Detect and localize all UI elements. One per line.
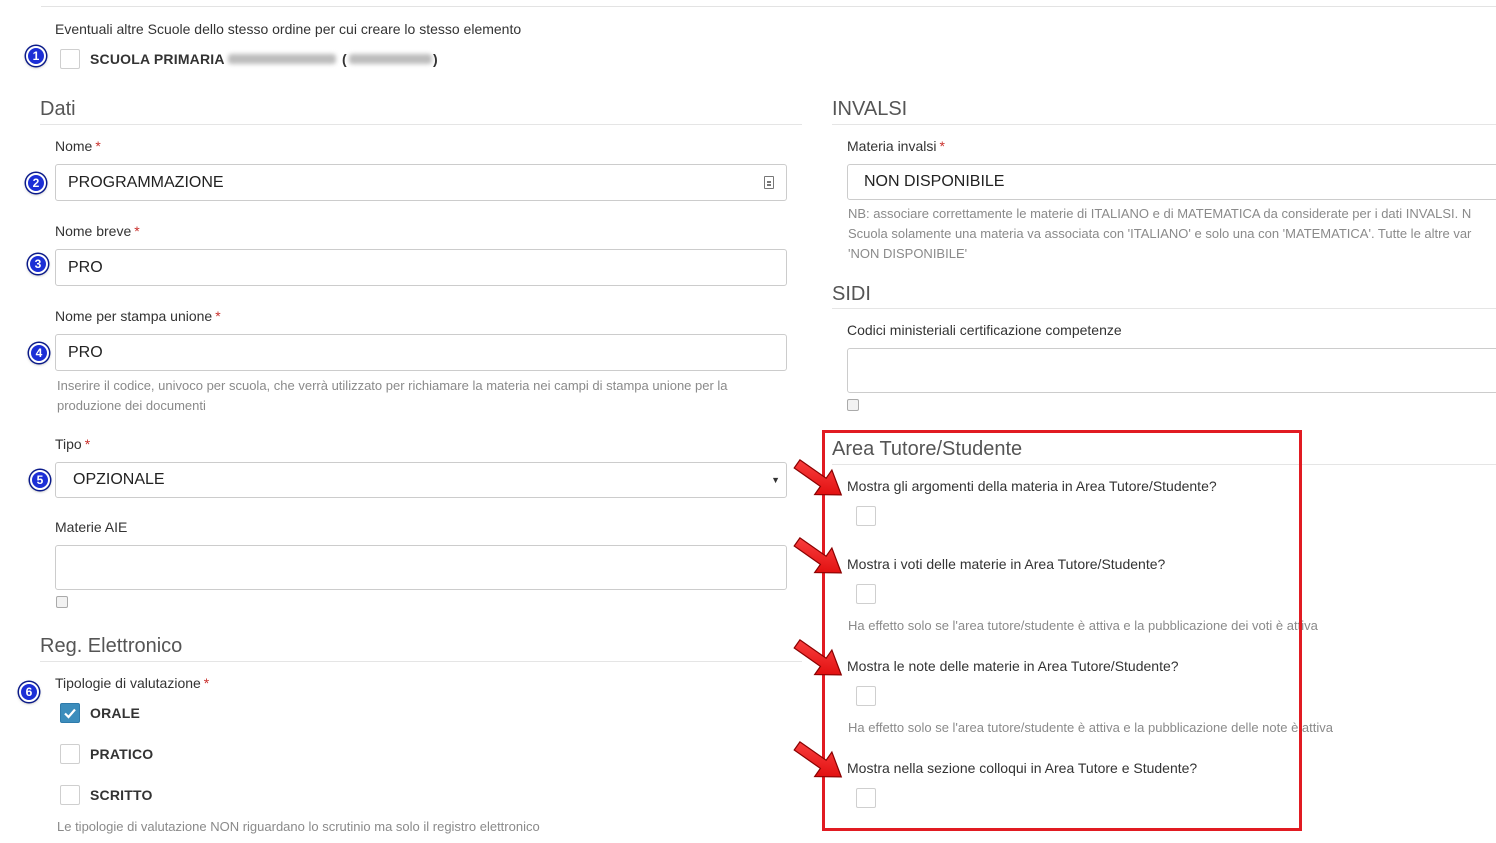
required-mark: * (203, 675, 210, 691)
section-title-invalsi: INVALSI (832, 98, 908, 120)
pratico-label: PRATICO (90, 746, 154, 762)
materia-invalsi-value: NON DISPONIBILE (864, 173, 1005, 190)
orale-label: ORALE (90, 705, 140, 721)
invalsi-help-line-2: Scuola solamente una materia va associat… (848, 226, 1472, 241)
section-divider-invalsi (832, 124, 1496, 125)
invalsi-help-line-3: 'NON DISPONIBILE' (848, 246, 968, 261)
annotation-arrow-icon (793, 459, 843, 496)
annotation-arrow-icon (793, 741, 843, 778)
school-code-close: ) (433, 51, 438, 67)
school-name: SCUOLA PRIMARIA (90, 51, 225, 67)
annotation-arrow-icon (793, 639, 843, 676)
top-divider (41, 6, 1496, 7)
nome-value: PROGRAMMAZIONE (68, 173, 224, 191)
codici-input[interactable] (847, 348, 1496, 393)
required-mark: * (939, 138, 945, 154)
materie-aie-label: Materie AIE (55, 519, 128, 535)
other-schools-label: Eventuali altre Scuole dello stesso ordi… (55, 21, 522, 37)
tipo-select[interactable]: OPZIONALE ▼ (55, 462, 787, 498)
school-code-open: ( (342, 51, 347, 67)
annotation-highlight-box (822, 430, 1302, 831)
tipologie-label: Tipologie di valutazione * (55, 675, 210, 691)
nome-label: Nome * (55, 138, 101, 154)
annotation-badge-5: 5 (30, 470, 50, 490)
materia-invalsi-label: Materia invalsi * (847, 138, 945, 154)
redacted-school-code (349, 54, 432, 64)
materia-invalsi-select[interactable]: NON DISPONIBILE (847, 164, 1496, 200)
annotation-badge-2: 2 (26, 173, 46, 193)
tipo-selected-value: OPZIONALE (73, 471, 165, 488)
stampa-unione-label: Nome per stampa unione * (55, 308, 221, 324)
section-title-reg-elettronico: Reg. Elettronico (40, 635, 183, 657)
section-title-dati: Dati (40, 98, 76, 120)
materie-aie-checkbox[interactable] (56, 596, 68, 608)
section-divider-reg (40, 661, 802, 662)
scritto-checkbox[interactable] (60, 785, 80, 805)
annotation-badge-1: 1 (26, 46, 46, 66)
pratico-checkbox[interactable] (60, 744, 80, 764)
annotation-badge-4: 4 (29, 343, 49, 363)
required-mark: * (95, 138, 101, 154)
invalsi-help-line-1: NB: associare correttamente le materie d… (848, 206, 1472, 221)
tipologie-help: Le tipologie di valutazione NON riguarda… (57, 819, 540, 834)
codici-checkbox[interactable] (847, 399, 859, 411)
orale-checkbox[interactable] (60, 703, 80, 723)
nome-breve-label: Nome breve * (55, 223, 140, 239)
materie-aie-input[interactable] (55, 545, 787, 590)
field-info-icon[interactable] (764, 176, 774, 189)
nome-breve-input[interactable]: PRO (55, 249, 787, 286)
scritto-label: SCRITTO (90, 787, 153, 803)
codici-label: Codici ministeriali certificazione compe… (847, 322, 1122, 338)
tipo-label: Tipo * (55, 436, 91, 452)
stampa-unione-help: Inserire il codice, univoco per scuola, … (57, 378, 728, 413)
school-checkbox[interactable] (60, 49, 80, 69)
stampa-unione-input[interactable]: PRO (55, 334, 787, 371)
required-mark: * (215, 308, 221, 324)
redacted-school-name (228, 54, 336, 64)
nome-input[interactable]: PROGRAMMAZIONE (55, 164, 787, 201)
annotation-badge-3: 3 (28, 254, 48, 274)
required-mark: * (134, 223, 140, 239)
nome-breve-value: PRO (68, 258, 103, 276)
section-divider-dati (40, 124, 802, 125)
section-divider-sidi (832, 308, 1496, 309)
stampa-unione-value: PRO (68, 343, 103, 361)
section-title-sidi: SIDI (832, 283, 871, 305)
check-icon (64, 708, 76, 719)
annotation-badge-6: 6 (19, 682, 39, 702)
dropdown-arrow-icon[interactable]: ▼ (771, 475, 780, 485)
invalsi-help: NB: associare correttamente le materie d… (848, 204, 1496, 264)
annotation-arrow-icon (793, 537, 843, 574)
required-mark: * (84, 436, 91, 452)
